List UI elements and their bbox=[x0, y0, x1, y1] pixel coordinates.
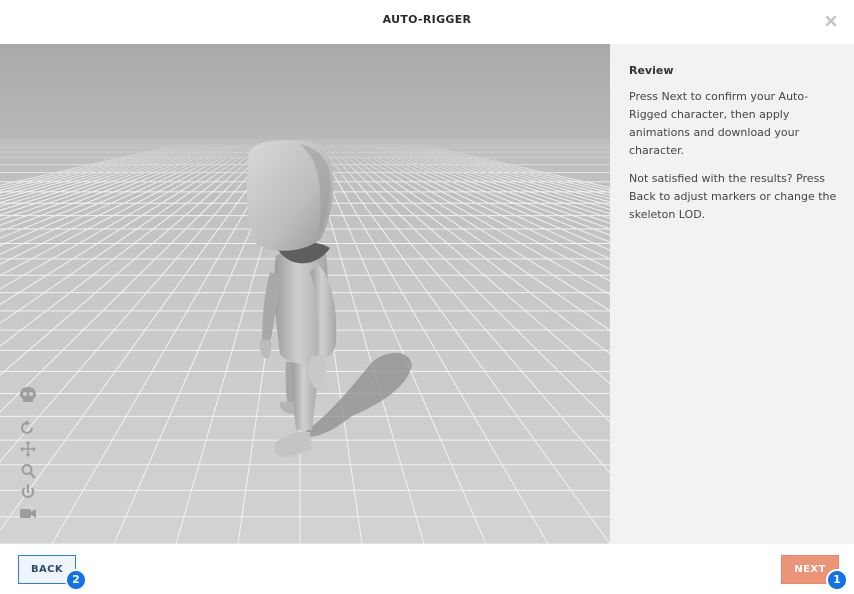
zoom-icon[interactable] bbox=[18, 462, 38, 480]
info-panel: Review Press Next to confirm your Auto-R… bbox=[610, 44, 854, 544]
step-badge-next: 1 bbox=[826, 569, 848, 591]
panel-heading: Review bbox=[629, 64, 674, 77]
dialog-footer: BACK 2 NEXT 1 bbox=[0, 544, 854, 594]
3d-viewport[interactable] bbox=[0, 44, 610, 544]
rotate-icon[interactable] bbox=[18, 419, 38, 437]
skull-icon[interactable] bbox=[18, 386, 38, 404]
dialog-header: AUTO-RIGGER bbox=[0, 0, 854, 44]
panel-paragraph-confirm: Press Next to confirm your Auto-Rigged c… bbox=[629, 90, 809, 157]
character-scene[interactable] bbox=[0, 44, 610, 544]
move-icon[interactable] bbox=[18, 440, 38, 458]
dialog-title: AUTO-RIGGER bbox=[382, 13, 472, 26]
panel-paragraph-adjust: Not satisfied with the results? Press Ba… bbox=[629, 172, 837, 221]
power-icon[interactable] bbox=[18, 483, 38, 501]
camera-icon[interactable] bbox=[18, 504, 38, 522]
close-icon[interactable] bbox=[822, 12, 840, 30]
step-badge-back: 2 bbox=[65, 569, 87, 591]
